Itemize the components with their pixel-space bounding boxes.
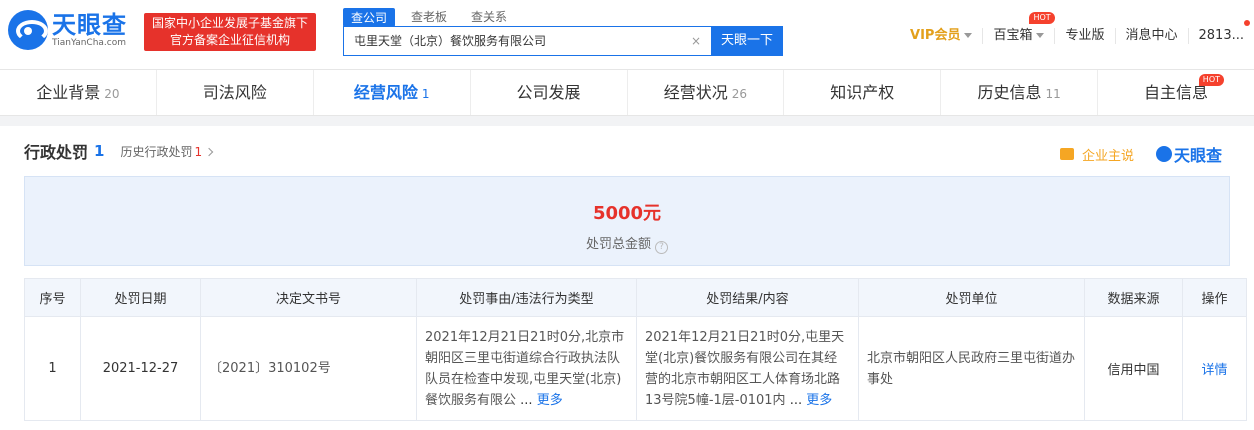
- badge-line1: 国家中小企业发展子基金旗下: [151, 16, 308, 30]
- help-icon[interactable]: ?: [655, 241, 668, 254]
- section-count: 1: [94, 142, 105, 160]
- enterprise-say-link[interactable]: 企业主说: [1082, 145, 1134, 164]
- search-tabs: 查公司 查老板 查关系: [343, 8, 529, 27]
- tab-intellectual-property[interactable]: 知识产权: [783, 70, 940, 115]
- ellipsis: ...: [789, 392, 803, 408]
- notification-dot: [1244, 20, 1250, 26]
- user-menu[interactable]: 2813...: [1187, 20, 1254, 44]
- eye-logo-icon: [8, 10, 48, 50]
- top-header: 天眼查 TianYanCha.com 国家中小企业发展子基金旗下 官方备案企业征…: [0, 0, 1254, 70]
- cell-result: 2021年12月21日21时0分,屯里天堂(北京)餐饮服务有限公司在其经营的北京…: [636, 316, 859, 421]
- col-result: 处罚结果/内容: [636, 278, 859, 317]
- cell-source: 信用中国: [1084, 316, 1183, 421]
- category-tabs: 企业背景 20 司法风险 经营风险 1 公司发展 经营状况 26 知识产权 历史信息 1…: [0, 70, 1254, 116]
- treasure-label: 百宝箱: [993, 28, 1033, 43]
- section-title: 行政处罚: [24, 143, 89, 162]
- total-amount: 5000元: [592, 203, 662, 224]
- cell-index: 1: [24, 316, 81, 421]
- badge-line2: 官方备案企业征信机构: [169, 33, 290, 47]
- search-tab-boss[interactable]: 查老板: [409, 8, 449, 27]
- search-button[interactable]: 天眼一下: [711, 26, 783, 56]
- tab-self-info[interactable]: 自主信息 HOT: [1097, 70, 1254, 115]
- history-label: 历史行政处罚: [120, 144, 193, 159]
- tab-label: 历史信息: [977, 83, 1042, 102]
- tab-count: 20: [104, 87, 120, 101]
- tab-company-development[interactable]: 公司发展: [469, 70, 627, 115]
- detail-link[interactable]: 详情: [1182, 316, 1247, 421]
- total-amount-label: 处罚总金额?: [25, 233, 1229, 254]
- history-penalty-link[interactable]: 历史行政处罚 1: [120, 143, 214, 160]
- cell-date: 2021-12-27: [80, 316, 201, 421]
- col-reason: 处罚事由/违法行为类型: [416, 278, 637, 317]
- table-header-row: 序号 处罚日期 决定文书号 处罚事由/违法行为类型 处罚结果/内容 处罚单位 数…: [24, 278, 1247, 317]
- tab-enterprise-background[interactable]: 企业背景 20: [0, 70, 156, 115]
- table-row: 1 2021-12-27 〔2021〕310102号 2021年12月21日21…: [24, 316, 1247, 421]
- chevron-down-icon: [964, 33, 973, 38]
- tab-operating-risk[interactable]: 经营风险 1: [312, 70, 470, 115]
- speaker-icon: [1059, 148, 1074, 160]
- chevron-right-icon: [204, 147, 214, 156]
- result-more-link[interactable]: 更多: [806, 393, 832, 408]
- cell-reason: 2021年12月21日21时0分,北京市朝阳区三里屯街道综合行政执法队队员在检查…: [416, 316, 637, 421]
- tab-label: 公司发展: [516, 83, 581, 102]
- penalty-summary: 5000元 处罚总金额?: [24, 176, 1230, 266]
- tab-label: 经营风险: [353, 83, 418, 102]
- vip-label: VIP会员: [910, 28, 961, 43]
- search-tab-relation[interactable]: 查关系: [469, 8, 509, 27]
- col-authority: 处罚单位: [858, 278, 1085, 317]
- logo-name: 天眼查: [52, 11, 127, 39]
- tianyancha-small-logo: 天眼查: [1155, 142, 1222, 166]
- col-date: 处罚日期: [80, 278, 201, 317]
- official-badge: 国家中小企业发展子基金旗下 官方备案企业征信机构: [144, 13, 316, 51]
- cell-authority: 北京市朝阳区人民政府三里屯街道办事处: [858, 316, 1085, 421]
- tab-count: 26: [731, 87, 748, 101]
- search-value: 屯里天堂（北京）餐饮服务有限公司: [354, 34, 547, 48]
- tab-label: 司法风险: [202, 83, 267, 102]
- tab-history[interactable]: 历史信息 11: [940, 70, 1097, 115]
- messages-link[interactable]: 消息中心: [1114, 28, 1188, 44]
- ellipsis: ...: [520, 392, 533, 408]
- tab-label: 经营状况: [663, 83, 728, 102]
- cell-doc-no: 〔2021〕310102号: [200, 316, 417, 421]
- col-source: 数据来源: [1084, 278, 1183, 317]
- amount-label-text: 处罚总金额: [585, 237, 651, 252]
- tab-count: 1: [421, 87, 430, 101]
- reason-more-link[interactable]: 更多: [537, 393, 563, 408]
- tab-label: 知识产权: [830, 83, 895, 102]
- search-tab-company[interactable]: 查公司: [343, 8, 396, 27]
- section-header: 行政处罚 1 历史行政处罚 1 企业主说 天眼查: [16, 126, 1238, 176]
- messages-label: 消息中心: [1125, 28, 1178, 43]
- col-action: 操作: [1182, 278, 1247, 317]
- history-count: 1: [194, 144, 203, 159]
- logo-domain: TianYanCha.com: [52, 38, 127, 48]
- col-doc-no: 决定文书号: [200, 278, 417, 317]
- tab-count: 11: [1045, 87, 1061, 101]
- hot-badge: HOT: [1198, 74, 1224, 86]
- tab-label: 企业背景: [36, 83, 101, 102]
- chevron-down-icon: [1036, 33, 1045, 38]
- penalty-table: 序号 处罚日期 决定文书号 处罚事由/违法行为类型 处罚结果/内容 处罚单位 数…: [24, 278, 1247, 421]
- eye-logo-icon: [1155, 146, 1172, 162]
- user-label: 2813...: [1198, 28, 1244, 43]
- pro-link[interactable]: 专业版: [1054, 28, 1114, 44]
- top-nav: VIP会员 百宝箱 HOT 专业版 消息中心 2813...: [900, 12, 1254, 44]
- col-index: 序号: [24, 278, 81, 317]
- clear-icon[interactable]: ×: [691, 27, 701, 55]
- treasure-menu[interactable]: 百宝箱 HOT: [982, 12, 1055, 44]
- tab-operating-status[interactable]: 经营状况 26: [626, 70, 784, 115]
- small-logo-text: 天眼查: [1173, 146, 1222, 165]
- vip-menu[interactable]: VIP会员: [900, 28, 982, 44]
- penalty-section: 行政处罚 1 历史行政处罚 1 企业主说 天眼查 5000元 处罚总金额? 序号 …: [0, 126, 1254, 430]
- tab-judicial-risk[interactable]: 司法风险: [155, 70, 313, 115]
- hot-badge: HOT: [1029, 12, 1055, 24]
- tianyancha-logo[interactable]: 天眼查 TianYanCha.com: [8, 10, 127, 50]
- search-input[interactable]: 屯里天堂（北京）餐饮服务有限公司 ×: [343, 26, 711, 56]
